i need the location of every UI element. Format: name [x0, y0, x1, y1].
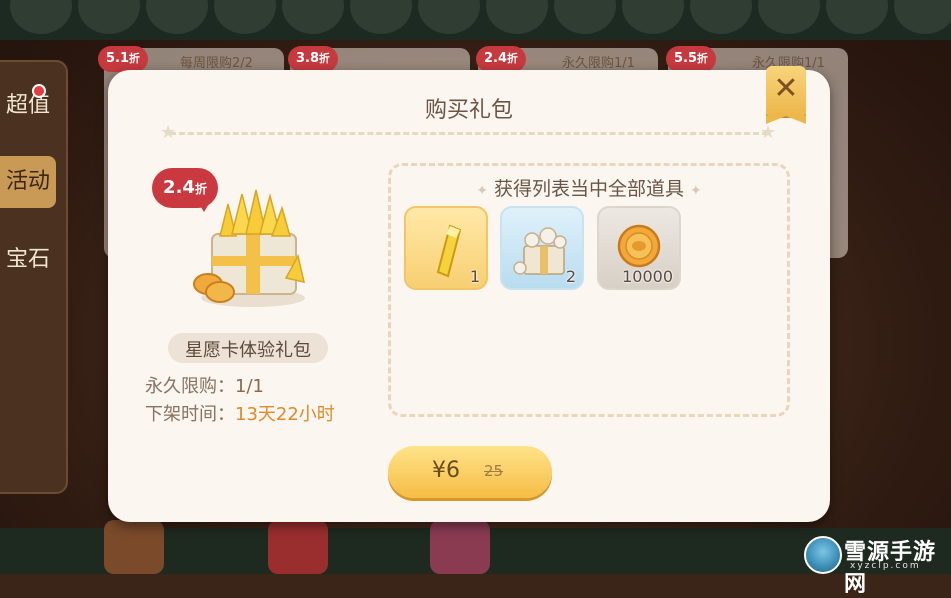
shop-card-limit: 永久限购1/1: [562, 56, 635, 71]
bottom-gift-icon[interactable]: [430, 520, 490, 574]
top-bubble: [78, 0, 140, 34]
rewards-title: ✦ 获得列表当中全部道具 ✦: [476, 178, 702, 200]
top-bubble: [486, 0, 548, 34]
top-bubble: [214, 0, 276, 34]
discount-badge: 2.4折: [152, 168, 218, 212]
reward-count: 2: [565, 267, 576, 286]
top-bubble: [690, 0, 752, 34]
top-bubble: [10, 0, 72, 34]
buy-button[interactable]: ¥6 25: [388, 446, 552, 498]
sidebar-item-gems[interactable]: 宝石: [0, 234, 56, 286]
sparkle-icon: ✦: [476, 183, 488, 199]
purchase-limit-label: 永久限购：: [145, 376, 235, 397]
sidebar-item-event[interactable]: 活动: [0, 156, 56, 208]
star-icon: ★: [760, 122, 777, 143]
top-bubble: [622, 0, 684, 34]
expire-time-value: 13天22小时: [235, 404, 335, 425]
site-watermark: 雪源手游网 xyzclp.com: [804, 534, 951, 597]
purchase-limit-value: 1/1: [235, 376, 264, 397]
expire-time-label: 下架时间：: [145, 404, 235, 425]
title-divider: [170, 132, 768, 135]
shop-card-discount: 5.1折: [98, 46, 148, 72]
sidebar-item-value[interactable]: 超值: [0, 80, 56, 132]
mountain-logo-icon: [804, 536, 842, 574]
top-bubble: [554, 0, 616, 34]
bottom-gift-icon[interactable]: [104, 520, 164, 574]
purchase-limit-row: 永久限购：1/1: [145, 372, 264, 398]
sidebar-item-label: 宝石: [5, 247, 50, 272]
top-bubble: [418, 0, 480, 34]
price-current: ¥6: [432, 458, 460, 483]
shop-card-discount: 2.4折: [476, 46, 526, 72]
category-sidebar: 超值 活动 宝石: [0, 60, 68, 494]
close-button[interactable]: ✕: [766, 66, 806, 124]
sidebar-item-label: 活动: [5, 169, 50, 194]
reward-count: 1: [469, 267, 480, 286]
reward-item[interactable]: 2: [500, 206, 584, 290]
sidebar-item-label: 超值: [5, 93, 50, 118]
package-name: 星愿卡体验礼包: [185, 340, 311, 361]
top-bubble: [758, 0, 820, 34]
shop-card-discount: 3.8折: [288, 46, 338, 72]
sparkle-icon: ✦: [690, 183, 702, 199]
top-bar: [0, 0, 951, 40]
shop-card-limit: 每周限购2/2: [180, 56, 253, 71]
close-icon: ✕: [773, 71, 799, 106]
top-bubble: [826, 0, 888, 34]
top-bubble: [146, 0, 208, 34]
price-original: 25: [484, 462, 504, 480]
expire-time-row: 下架时间：13天22小时: [145, 400, 335, 426]
reward-count: 10000: [622, 267, 673, 286]
dialog-title: 购买礼包: [424, 98, 513, 123]
top-bubble: [894, 0, 951, 34]
top-bubble: [350, 0, 412, 34]
shop-card-discount: 5.5折: [666, 46, 716, 72]
watermark-url: xyzclp.com: [850, 561, 921, 571]
reward-item[interactable]: 1: [404, 206, 488, 290]
bottom-gift-icon[interactable]: [268, 520, 328, 574]
reward-item[interactable]: 10000: [597, 206, 681, 290]
notification-dot-icon: [32, 84, 46, 98]
star-icon: ★: [160, 122, 177, 143]
top-bubble: [282, 0, 344, 34]
